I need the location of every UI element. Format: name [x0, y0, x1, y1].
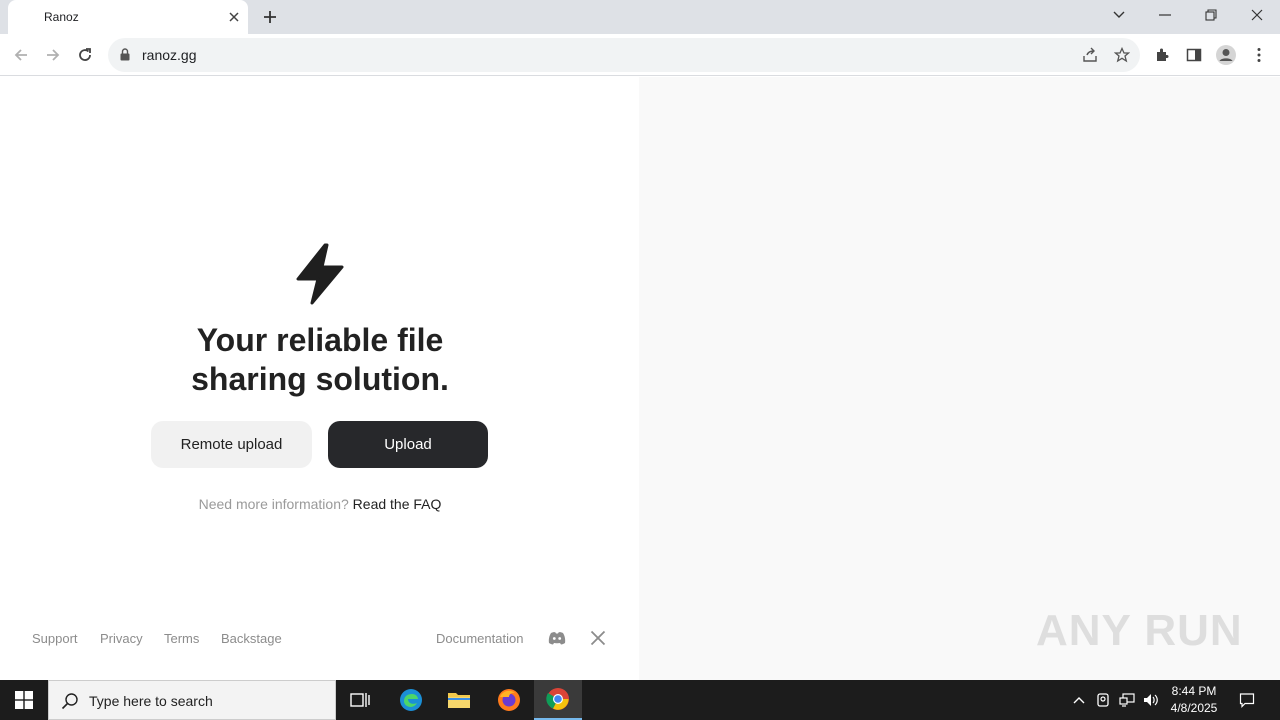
- address-bar[interactable]: ranoz.gg: [108, 38, 1140, 72]
- bookmark-star-icon[interactable]: [1113, 46, 1131, 64]
- lock-icon[interactable]: [120, 48, 130, 66]
- chrome-taskbar-icon[interactable]: [534, 680, 582, 720]
- discord-icon[interactable]: [547, 629, 567, 647]
- footer-privacy-link[interactable]: Privacy: [100, 631, 143, 646]
- page-content: Your reliable file sharing solution. Rem…: [0, 77, 1280, 680]
- side-panel-blank: [639, 77, 1280, 680]
- new-tab-icon[interactable]: [259, 6, 281, 28]
- browser-tab-strip: Ranoz: [0, 0, 1280, 34]
- clock-date: 4/8/2025: [1170, 701, 1218, 715]
- extensions-icon[interactable]: [1150, 43, 1174, 67]
- tab-title: Ranoz: [44, 10, 79, 24]
- browser-toolbar: ranoz.gg: [0, 34, 1280, 76]
- network-icon[interactable]: [1118, 691, 1136, 709]
- headline-line-2: sharing solution.: [191, 361, 449, 397]
- anyrun-watermark: ANY RUN: [1036, 606, 1243, 655]
- faq-info: Need more information? Read the FAQ: [120, 496, 520, 512]
- tab-search-chevron-icon[interactable]: [1096, 0, 1142, 30]
- taskbar-search-box[interactable]: Type here to search: [48, 680, 336, 720]
- hero-panel: Your reliable file sharing solution. Rem…: [0, 77, 639, 680]
- tab-close-icon[interactable]: [226, 9, 242, 25]
- task-view-icon[interactable]: [336, 680, 384, 720]
- edge-browser-icon[interactable]: [387, 680, 435, 720]
- share-icon[interactable]: [1081, 46, 1099, 64]
- minimize-icon[interactable]: [1142, 0, 1188, 30]
- search-icon: [61, 692, 79, 715]
- footer-documentation-link[interactable]: Documentation: [436, 631, 523, 646]
- remote-upload-button[interactable]: Remote upload: [151, 421, 312, 468]
- footer-support-link[interactable]: Support: [32, 631, 78, 646]
- search-placeholder: Type here to search: [89, 693, 213, 709]
- restore-icon[interactable]: [1188, 0, 1234, 30]
- footer-terms-link[interactable]: Terms: [164, 631, 199, 646]
- browser-tab[interactable]: Ranoz: [8, 0, 248, 34]
- tray-camera-icon[interactable]: [1094, 691, 1112, 709]
- firefox-icon[interactable]: [485, 680, 533, 720]
- chrome-menu-icon[interactable]: [1247, 43, 1271, 67]
- forward-icon[interactable]: [40, 42, 66, 68]
- lightning-bolt-icon: [296, 243, 344, 305]
- faq-link[interactable]: Read the FAQ: [353, 496, 442, 512]
- close-window-icon[interactable]: [1234, 0, 1280, 30]
- hero-headline: Your reliable file sharing solution.: [120, 321, 520, 399]
- reload-icon[interactable]: [72, 42, 98, 68]
- windows-start-icon[interactable]: [0, 680, 48, 720]
- footer-backstage-link[interactable]: Backstage: [221, 631, 282, 646]
- x-twitter-icon[interactable]: [588, 629, 608, 647]
- url-text: ranoz.gg: [142, 47, 197, 63]
- info-text: Need more information?: [198, 496, 349, 512]
- volume-icon[interactable]: [1142, 691, 1160, 709]
- profile-avatar-icon[interactable]: [1214, 43, 1238, 67]
- file-explorer-icon[interactable]: [435, 680, 483, 720]
- upload-button[interactable]: Upload: [328, 421, 488, 468]
- notifications-icon[interactable]: [1238, 691, 1256, 709]
- side-panel-icon[interactable]: [1182, 43, 1206, 67]
- taskbar-clock[interactable]: 8:44 PM 4/8/2025: [1166, 683, 1222, 717]
- headline-line-1: Your reliable file: [196, 322, 444, 358]
- clock-time: 8:44 PM: [1171, 684, 1217, 698]
- tray-chevron-up-icon[interactable]: [1070, 691, 1088, 709]
- back-icon[interactable]: [8, 42, 34, 68]
- windows-taskbar: Type here to search 8:44 PM 4/8/2025: [0, 680, 1280, 720]
